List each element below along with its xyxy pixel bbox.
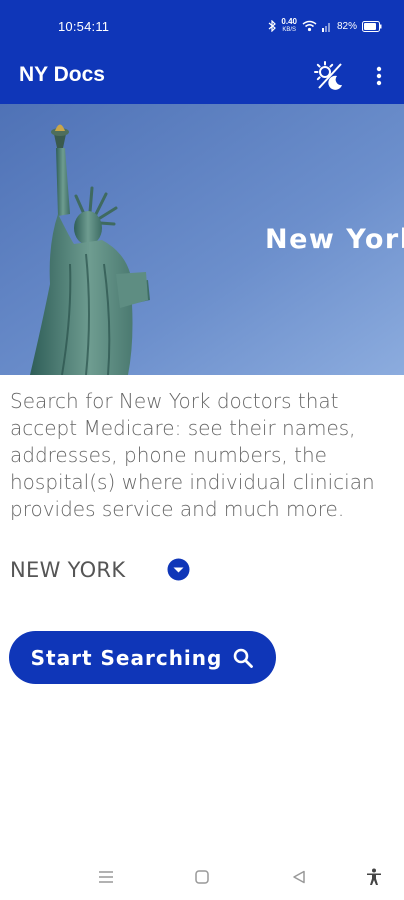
- accessibility-icon: [367, 868, 381, 885]
- state-dropdown[interactable]: NEW YORK: [10, 552, 200, 588]
- nav-home-button[interactable]: [191, 866, 213, 888]
- more-vert-icon: [376, 66, 382, 86]
- theme-toggle-icon: [314, 61, 342, 90]
- state-dropdown-value: NEW YORK: [10, 558, 126, 582]
- theme-toggle-button[interactable]: [311, 58, 347, 94]
- nav-back-button[interactable]: [288, 866, 310, 888]
- hero-banner: New York: [0, 104, 404, 375]
- status-icons: 0.40 KB/S 82%: [268, 17, 382, 35]
- nav-accessibility-button[interactable]: [363, 866, 385, 888]
- signal-icon: [321, 23, 330, 32]
- app-bar: NY Docs: [0, 52, 404, 104]
- wifi-icon: [302, 20, 317, 32]
- system-nav-bar: [0, 852, 404, 900]
- home-icon: [195, 870, 209, 884]
- battery-percent: 82%: [336, 20, 357, 32]
- menu-icon: [99, 871, 113, 883]
- chevron-down-circle-icon: [167, 558, 190, 581]
- bluetooth-icon: [269, 20, 277, 32]
- start-searching-label: Start Searching: [30, 645, 223, 670]
- app-description: Search for New York doctors that accept …: [10, 389, 375, 521]
- status-bar: 10:54:11 0.40 KB/S 82%: [0, 0, 404, 52]
- search-icon: [234, 648, 254, 668]
- hero-title: New York: [265, 224, 404, 255]
- battery-icon: [362, 20, 382, 32]
- nav-menu-button[interactable]: [95, 866, 117, 888]
- app-title: NY Docs: [19, 63, 105, 86]
- status-time: 10:54:11: [58, 19, 110, 34]
- back-icon: [293, 870, 305, 884]
- data-speed: 0.40 KB/S: [281, 17, 297, 34]
- more-options-button[interactable]: [362, 58, 396, 94]
- start-searching-button[interactable]: Start Searching: [9, 631, 276, 684]
